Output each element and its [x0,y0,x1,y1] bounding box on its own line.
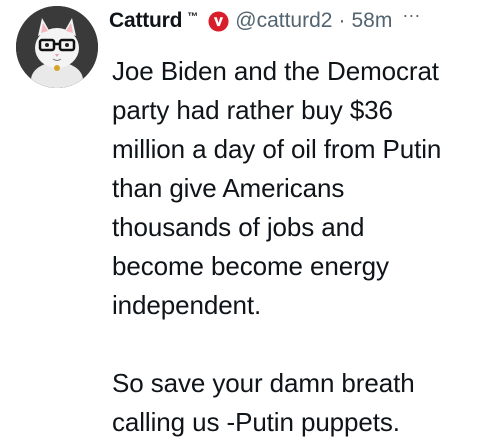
tweet-header: Catturd ™ @catturd2 · 58m ··· [109,4,494,38]
text-line: calling us -Putin puppets. [112,407,400,437]
text-line: Joe Biden and the Democrat [112,56,439,86]
tweet-text: Joe Biden and the Democrat party had rat… [112,52,492,442]
separator-dot: · [338,9,346,32]
v-badge-icon [208,10,229,32]
tweet-paragraph-2: So save your damn breath calling us -Put… [112,364,492,442]
user-handle[interactable]: @catturd2 [235,9,332,33]
text-line: party had rather buy $36 [112,95,393,125]
avatar[interactable] [16,6,98,88]
text-line: thousands of jobs and [112,212,365,242]
tweet[interactable]: Catturd ™ @catturd2 · 58m ··· Joe Biden … [0,0,500,444]
timestamp[interactable]: 58m [351,9,392,33]
tweet-paragraph-1: Joe Biden and the Democrat party had rat… [112,52,492,325]
text-line: independent. [112,290,262,320]
more-options-icon[interactable]: ··· [402,5,420,26]
cat-avatar-icon [16,6,98,88]
text-line: million a day of oil from Putin [112,134,442,164]
trademark-symbol: ™ [187,11,199,23]
text-line: So save your damn breath [112,368,415,398]
text-line: become become energy [112,251,389,281]
display-name[interactable]: Catturd [109,9,182,33]
text-line: than give Americans [112,173,345,203]
